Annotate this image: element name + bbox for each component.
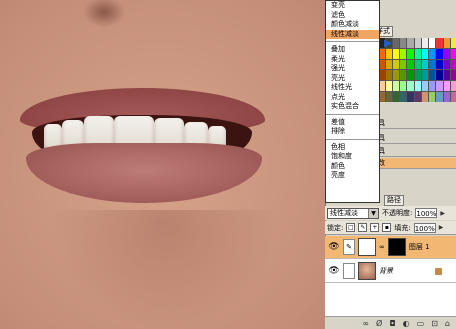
trash-icon[interactable]: ⌂ <box>445 319 450 328</box>
lock-transparency-icon[interactable]: □ <box>346 223 356 232</box>
mask-icon[interactable]: ◘ <box>389 319 395 328</box>
menu-item-linear-light[interactable]: 线性光 <box>326 83 379 93</box>
blend-mode-menu[interactable]: 变亮 滤色 颜色减淡 线性减淡 叠加 柔光 强光 亮光 线性光 点光 实色混合 … <box>325 0 380 203</box>
lock-all-icon[interactable]: ▪ <box>382 223 392 232</box>
history-row[interactable]: 具 <box>375 118 456 129</box>
lock-icon <box>435 267 442 275</box>
menu-item-luminosity[interactable]: 亮度 <box>326 171 379 181</box>
layer-thumbnail <box>358 238 376 256</box>
menu-item-hard-light[interactable]: 强光 <box>326 64 379 74</box>
menu-item-screen[interactable]: 滤色 <box>326 11 379 21</box>
layer-mask-thumbnail[interactable] <box>387 238 406 256</box>
menu-item-linear-dodge[interactable]: 线性减淡 <box>326 29 379 39</box>
blend-mode-select[interactable]: 线性减淡 ▼ <box>327 207 379 219</box>
menu-item-hue[interactable]: 色相 <box>326 143 379 153</box>
layer-thumbnail <box>358 262 376 280</box>
new-layer-icon[interactable]: ⊡ <box>431 319 438 328</box>
fx-icon[interactable]: Ø <box>376 319 382 328</box>
layer-name: 图层 1 <box>408 243 430 251</box>
folder-icon[interactable]: ▭ <box>417 319 425 328</box>
menu-item-soft-light[interactable]: 柔光 <box>326 55 379 65</box>
tab-paths[interactable]: 路径 <box>384 195 404 206</box>
history-row[interactable]: 具 <box>375 133 456 144</box>
cursor-arrow-icon: ▶ <box>384 38 392 49</box>
lock-position-icon[interactable]: + <box>370 223 380 232</box>
layers-options-row: 线性减淡 ▼ 不透明度: 100% ▶ <box>325 206 456 220</box>
lock-label: 锁定: <box>327 223 344 232</box>
chain-icon[interactable]: ∞ <box>379 243 385 251</box>
menu-item-color[interactable]: 颜色 <box>326 162 379 172</box>
eye-icon[interactable]: 👁 <box>328 241 340 253</box>
eye-icon[interactable]: 👁 <box>328 265 340 277</box>
menu-item-pin-light[interactable]: 点光 <box>326 93 379 103</box>
layers-footer: ∞ Ø ◘ ◐ ▭ ⊡ ⌂ <box>325 316 456 329</box>
lock-pixels-icon[interactable]: ✎ <box>358 223 368 232</box>
lower-lip <box>26 143 262 203</box>
fill-slider-toggle-icon[interactable]: ▶ <box>439 224 444 231</box>
photo-canvas <box>0 0 325 329</box>
chevron-down-icon[interactable]: ▼ <box>368 208 378 218</box>
lock-fill-row: 锁定: □ ✎ + ▪ 填充: 100% ▶ <box>325 221 456 235</box>
layers-list: 👁 ✎ ∞ 图层 1 👁 背景 <box>325 236 456 316</box>
history-row[interactable]: 具 <box>375 146 456 157</box>
menu-item-difference[interactable]: 差值 <box>326 118 379 128</box>
opacity-slider-toggle-icon[interactable]: ▶ <box>440 210 445 217</box>
brush-slot-icon[interactable] <box>343 263 355 279</box>
fill-label: 填充: <box>394 223 411 232</box>
layer-name: 背景 <box>379 267 393 275</box>
blend-mode-value: 线性减淡 <box>330 209 358 217</box>
menu-item-vivid-light[interactable]: 亮光 <box>326 74 379 84</box>
menu-item-exclusion[interactable]: 排除 <box>326 127 379 137</box>
chin-shadow <box>50 210 280 329</box>
history-row-active[interactable]: 改 <box>375 158 456 169</box>
brush-icon[interactable]: ✎ <box>343 239 355 255</box>
opacity-input[interactable]: 100% <box>415 208 438 218</box>
adjustment-icon[interactable]: ◐ <box>403 319 410 328</box>
layer-row-1[interactable]: 👁 ✎ ∞ 图层 1 <box>325 236 456 259</box>
menu-item-hard-mix[interactable]: 实色混合 <box>326 102 379 112</box>
menu-item-overlay[interactable]: 叠加 <box>326 45 379 55</box>
opacity-label: 不透明度: <box>382 209 413 217</box>
menu-item-lighten[interactable]: 变亮 <box>326 1 379 11</box>
link-icon[interactable]: ∞ <box>362 319 369 328</box>
menu-item-saturation[interactable]: 饱和度 <box>326 152 379 162</box>
layer-row-background[interactable]: 👁 背景 <box>325 260 456 283</box>
fill-input[interactable]: 100% <box>413 222 436 233</box>
menu-item-color-dodge[interactable]: 颜色减淡 <box>326 20 379 30</box>
